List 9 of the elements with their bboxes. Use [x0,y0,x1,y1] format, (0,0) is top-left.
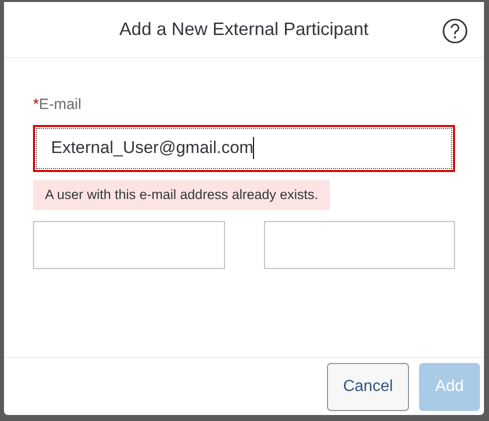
dialog-title: Add a New External Participant [119,18,369,41]
error-message: A user with this e-mail address already exists. [33,180,330,210]
cancel-button[interactable]: Cancel [327,362,409,410]
email-label: E-mail [38,95,82,115]
name-field[interactable] [33,220,224,268]
help-icon[interactable] [442,18,468,44]
required-mark: * [33,95,39,115]
email-field[interactable]: External_User@gmail.com [33,124,455,172]
name-field[interactable] [264,220,455,268]
